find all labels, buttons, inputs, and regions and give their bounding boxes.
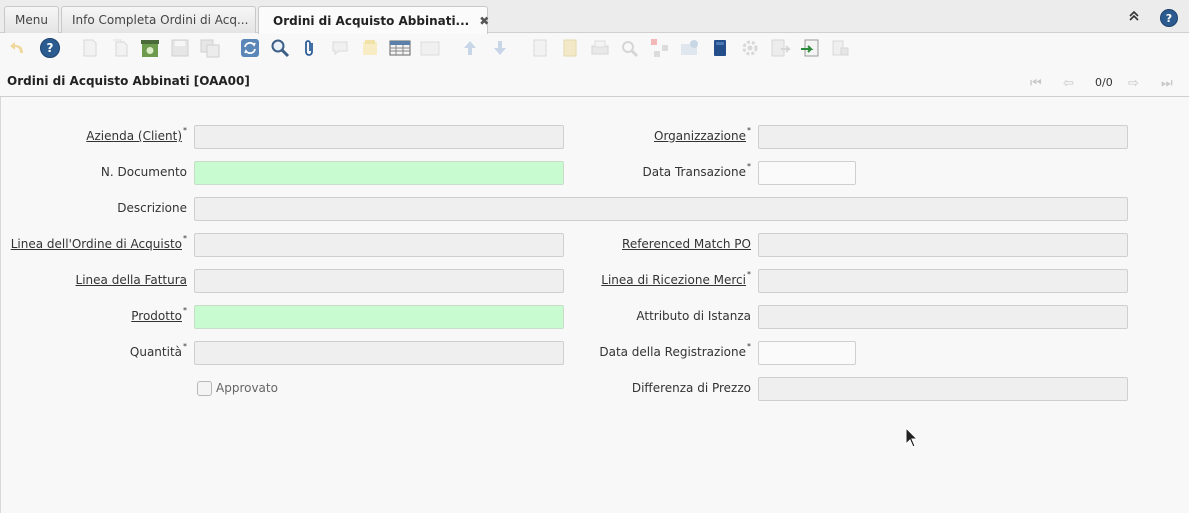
record-counter: 0/0	[1095, 76, 1113, 89]
zoom-across-icon[interactable]	[419, 37, 441, 59]
linea-ordine-label: Linea dell'Ordine di Acquisto*	[10, 234, 187, 251]
delete-icon[interactable]	[139, 37, 161, 59]
linea-ricezione-label: Linea di Ricezione Merci*	[601, 270, 751, 287]
tab-label: Info Completa Ordini di Acq...	[72, 13, 249, 27]
undo-icon[interactable]	[7, 37, 29, 59]
help-icon[interactable]: ?	[1160, 9, 1178, 27]
descrizione-label: Descrizione	[117, 201, 187, 215]
record-form: Azienda (Client)* Organizzazione* N. Doc…	[0, 97, 1189, 513]
last-record-icon[interactable]: ⏭	[1161, 76, 1173, 91]
previous-record-icon[interactable]: ⇦	[1063, 76, 1074, 91]
differenza-prezzo-label: Differenza di Prezzo	[631, 381, 751, 395]
refresh-icon[interactable]	[239, 37, 261, 59]
save-create-icon[interactable]	[199, 37, 221, 59]
import-icon[interactable]	[799, 37, 821, 59]
print-icon[interactable]	[589, 37, 611, 59]
linea-ricezione-field[interactable]	[758, 269, 1128, 293]
new-record-icon[interactable]	[79, 37, 101, 59]
data-transazione-field[interactable]	[758, 161, 856, 185]
workflow-icon[interactable]	[649, 37, 671, 59]
quick-form-icon[interactable]	[829, 37, 851, 59]
customize-icon[interactable]	[709, 37, 731, 59]
tab-menu[interactable]: Menu	[4, 6, 59, 33]
attachment-icon[interactable]	[299, 37, 321, 59]
report-icon[interactable]	[529, 37, 551, 59]
find-icon[interactable]	[269, 37, 291, 59]
tab-ordini-acquisto-abbinati[interactable]: Ordini di Acquisto Abbinati... ✖	[258, 6, 489, 34]
parent-record-icon[interactable]	[459, 37, 481, 59]
organizzazione-field[interactable]	[758, 125, 1128, 149]
azienda-field[interactable]	[194, 125, 564, 149]
grid-toggle-icon[interactable]	[389, 37, 411, 59]
tab-label: Ordini di Acquisto Abbinati...	[273, 13, 470, 28]
process-icon[interactable]	[739, 37, 761, 59]
data-registrazione-label: Data della Registrazione*	[599, 342, 751, 359]
collapse-icon[interactable]	[1127, 9, 1141, 26]
n-documento-label: N. Documento	[100, 165, 187, 179]
approvato-checkbox[interactable]	[197, 381, 212, 396]
window-tab-bar: Menu Info Completa Ordini di Acq... ✖ Or…	[0, 0, 1189, 34]
organizzazione-label: Organizzazione*	[654, 126, 751, 143]
azienda-label: Azienda (Client)*	[86, 126, 187, 143]
copy-icon[interactable]	[109, 37, 131, 59]
detail-record-icon[interactable]	[489, 37, 511, 59]
window-title-bar: Ordini di Acquisto Abbinati [OAA00] ⏮ ⇦ …	[0, 66, 1189, 97]
attributo-istanza-label: Attributo di Istanza	[636, 309, 751, 323]
data-registrazione-field[interactable]	[758, 341, 856, 365]
product-info-icon[interactable]	[679, 37, 701, 59]
attributo-istanza-field[interactable]	[758, 305, 1128, 329]
archive-icon[interactable]	[559, 37, 581, 59]
descrizione-field[interactable]	[194, 197, 1128, 221]
quantita-label: Quantità*	[129, 342, 187, 359]
n-documento-field[interactable]	[194, 161, 564, 185]
referenced-match-field[interactable]	[758, 233, 1128, 257]
save-icon[interactable]	[169, 37, 191, 59]
page-title: Ordini di Acquisto Abbinati [OAA00]	[7, 74, 250, 88]
export-icon[interactable]	[769, 37, 791, 59]
first-record-icon[interactable]: ⏮	[1030, 76, 1042, 91]
tab-label: Menu	[15, 13, 48, 27]
linea-fattura-field[interactable]	[194, 269, 564, 293]
chat-icon[interactable]	[329, 37, 351, 59]
quantita-field[interactable]	[194, 341, 564, 365]
approvato-label: Approvato	[216, 381, 278, 395]
lookup-icon[interactable]	[619, 37, 641, 59]
mouse-cursor-icon	[905, 427, 919, 448]
next-record-icon[interactable]: ⇨	[1128, 76, 1139, 91]
linea-fattura-label: Linea della Fattura	[75, 273, 187, 287]
tab-info-completa-ordini[interactable]: Info Completa Ordini di Acq... ✖	[61, 6, 269, 33]
data-transazione-label: Data Transazione*	[642, 162, 752, 179]
postit-icon[interactable]	[359, 37, 381, 59]
close-icon[interactable]: ✖	[479, 14, 489, 28]
toolbar: ?	[0, 33, 1189, 63]
referenced-match-label: Referenced Match PO	[622, 237, 751, 251]
help-icon[interactable]: ?	[39, 37, 61, 59]
differenza-prezzo-field[interactable]	[758, 377, 1128, 401]
prodotto-label: Prodotto*	[131, 306, 187, 323]
linea-ordine-field[interactable]	[194, 233, 564, 257]
prodotto-field[interactable]	[194, 305, 564, 329]
